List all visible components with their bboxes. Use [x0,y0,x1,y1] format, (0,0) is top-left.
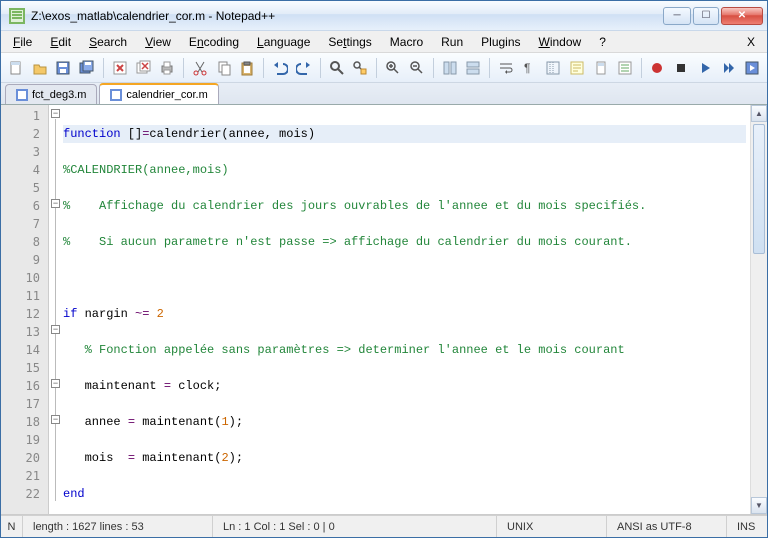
editor[interactable]: 12345678910111213141516171819202122 − − … [1,105,767,515]
copy-button[interactable] [213,57,235,79]
minimize-button[interactable]: ─ [663,7,691,25]
close-file-button[interactable] [109,57,131,79]
zoom-in-button[interactable] [382,57,404,79]
status-length: length : 1627 lines : 53 [23,516,213,537]
code-area[interactable]: function []=calendrier(annee, mois) %CAL… [49,105,750,514]
toolbar: ¶ [1,53,767,83]
file-icon [110,89,122,101]
menu-close-x[interactable]: X [739,33,763,51]
cut-button[interactable] [189,57,211,79]
zoom-out-button[interactable] [406,57,428,79]
status-eol[interactable]: UNIX [497,516,607,537]
new-file-button[interactable] [5,57,27,79]
scroll-up-button[interactable]: ▲ [751,105,767,122]
show-all-chars-button[interactable]: ¶ [519,57,541,79]
save-all-button[interactable] [76,57,98,79]
redo-button[interactable] [293,57,315,79]
menu-view[interactable]: View [137,33,179,51]
replace-button[interactable] [349,57,371,79]
save-macro-button[interactable] [741,57,763,79]
func-list-button[interactable] [614,57,636,79]
status-encoding[interactable]: ANSI as UTF-8 [607,516,727,537]
print-button[interactable] [156,57,178,79]
maximize-button[interactable]: ☐ [693,7,719,25]
menu-window[interactable]: Window [531,33,590,51]
user-lang-button[interactable] [566,57,588,79]
tab-label: fct_deg3.m [32,89,86,101]
doc-map-button[interactable] [590,57,612,79]
open-file-button[interactable] [29,57,51,79]
status-insert-mode[interactable]: INS [727,516,767,537]
status-position: Ln : 1 Col : 1 Sel : 0 | 0 [213,516,497,537]
menu-file[interactable]: File [5,33,40,51]
sync-v-button[interactable] [439,57,461,79]
tab-fct-deg3[interactable]: fct_deg3.m [5,84,97,104]
tab-calendrier-cor[interactable]: calendrier_cor.m [99,83,218,104]
wordwrap-button[interactable] [495,57,517,79]
scroll-thumb[interactable] [753,124,765,254]
menu-run[interactable]: Run [433,33,471,51]
stop-macro-button[interactable] [670,57,692,79]
statusbar: N length : 1627 lines : 53 Ln : 1 Col : … [1,515,767,537]
vertical-scrollbar[interactable]: ▲ ▼ [750,105,767,514]
menu-language[interactable]: Language [249,33,318,51]
menu-search[interactable]: Search [81,33,135,51]
app-window: Z:\exos_matlab\calendrier_cor.m - Notepa… [0,0,768,538]
close-all-button[interactable] [133,57,155,79]
menu-settings[interactable]: Settings [320,33,379,51]
play-multi-button[interactable] [718,57,740,79]
line-number-gutter: 12345678910111213141516171819202122 [1,105,49,514]
scroll-track[interactable] [751,122,767,497]
sync-h-button[interactable] [462,57,484,79]
find-button[interactable] [326,57,348,79]
undo-button[interactable] [269,57,291,79]
tab-bar: fct_deg3.m calendrier_cor.m [1,83,767,105]
titlebar[interactable]: Z:\exos_matlab\calendrier_cor.m - Notepa… [1,1,767,31]
close-button[interactable]: ✕ [721,7,763,25]
svg-text:¶: ¶ [524,61,530,75]
app-icon [9,8,25,24]
menu-encoding[interactable]: Encoding [181,33,247,51]
play-macro-button[interactable] [694,57,716,79]
window-controls: ─ ☐ ✕ [663,7,763,25]
menu-help[interactable]: ? [591,33,614,51]
save-button[interactable] [52,57,74,79]
scroll-down-button[interactable]: ▼ [751,497,767,514]
indent-guide-button[interactable] [543,57,565,79]
window-title: Z:\exos_matlab\calendrier_cor.m - Notepa… [31,9,663,23]
file-icon [16,89,28,101]
status-nb[interactable]: N [1,516,23,537]
record-macro-button[interactable] [647,57,669,79]
menu-plugins[interactable]: Plugins [473,33,528,51]
paste-button[interactable] [237,57,259,79]
menu-edit[interactable]: Edit [42,33,79,51]
menubar: File Edit Search View Encoding Language … [1,31,767,53]
menu-macro[interactable]: Macro [382,33,431,51]
tab-label: calendrier_cor.m [126,89,207,101]
